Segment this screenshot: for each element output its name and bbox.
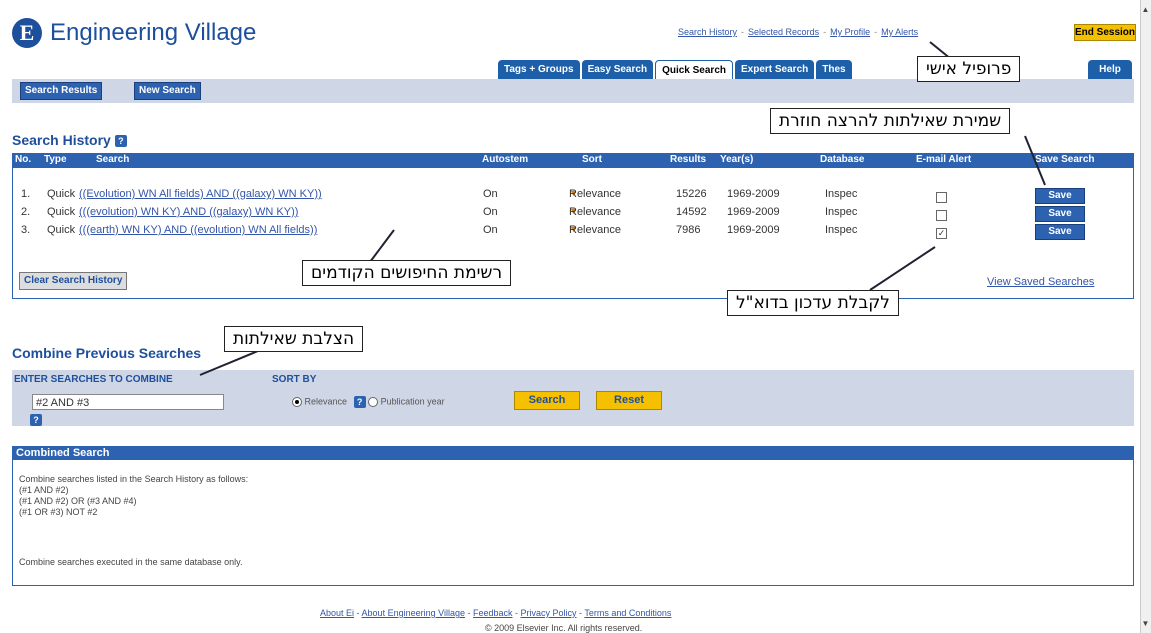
callout-save-queries: שמירת שאילתות להרצה חוזרת	[770, 108, 1011, 134]
arrow-line	[1024, 135, 1046, 186]
callout-previous-searches: רשימת החיפושים הקודמים	[302, 260, 512, 286]
arrow-line	[869, 246, 936, 291]
scrollbar[interactable]	[1140, 0, 1151, 633]
arrow-line	[369, 229, 395, 263]
annotation-arrows	[199, 41, 1046, 376]
callout-profile: פרופיל אישי	[917, 56, 1021, 82]
scroll-down-icon[interactable]: ▼	[1140, 618, 1151, 629]
callout-combine-queries: הצלבת שאילתות	[224, 326, 364, 352]
scroll-up-icon[interactable]: ▲	[1140, 4, 1151, 15]
callout-email-update: לקבלת עדכון בדוא"ל	[727, 290, 899, 316]
arrow-line	[199, 350, 259, 376]
